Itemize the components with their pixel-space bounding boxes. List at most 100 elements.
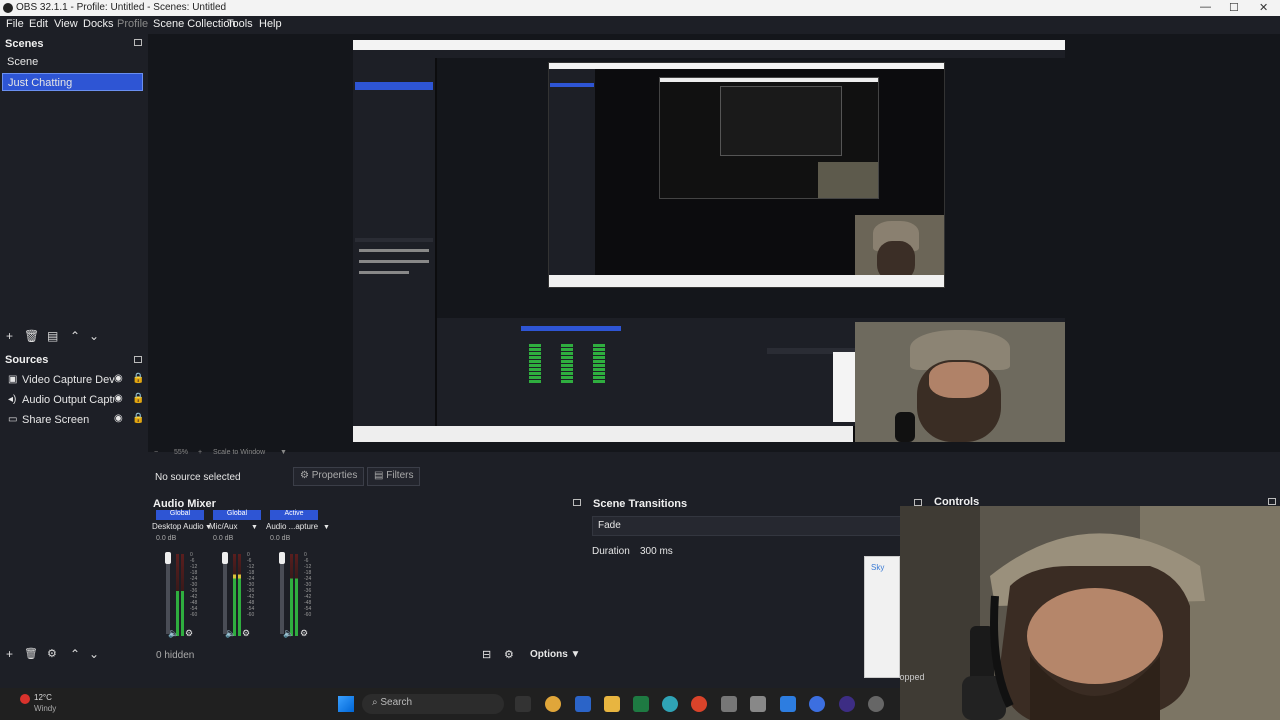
remove-source-icon[interactable]: 🗑 bbox=[24, 647, 38, 660]
start-icon[interactable] bbox=[338, 696, 354, 712]
eye-icon[interactable]: ◉ bbox=[114, 373, 123, 384]
minimize-button[interactable]: — bbox=[1200, 1, 1211, 13]
lock-icon[interactable]: 🔒 bbox=[132, 373, 144, 384]
nested-menubar bbox=[353, 50, 1065, 58]
audio-mixer-undock-icon[interactable] bbox=[573, 499, 581, 506]
options-button[interactable]: Options ▼ bbox=[530, 649, 580, 660]
menu-docks[interactable]: Docks bbox=[83, 18, 114, 30]
weather-temp: 12°C bbox=[34, 693, 52, 702]
app-icon-grey[interactable] bbox=[750, 696, 766, 712]
word-icon[interactable] bbox=[575, 696, 591, 712]
volume-fader[interactable] bbox=[166, 554, 170, 634]
channel-name[interactable]: Mic/Aux bbox=[209, 522, 269, 531]
add-source-icon[interactable]: + bbox=[6, 647, 13, 661]
app-icon-blue[interactable] bbox=[780, 696, 796, 712]
scale-to-window[interactable]: Scale to Window bbox=[213, 449, 265, 456]
move-up-icon[interactable]: ⌃ bbox=[70, 329, 80, 343]
channel-settings-icon[interactable]: ⚙ bbox=[300, 628, 308, 639]
channel-dropdown-icon[interactable]: ▼ bbox=[251, 524, 258, 531]
transition-select[interactable]: Fade bbox=[592, 516, 904, 536]
mixer-layout-icon[interactable]: ⊟ bbox=[482, 648, 491, 661]
menu-bar: File Edit View Docks Profile Scene Colle… bbox=[0, 16, 1280, 33]
channel-name[interactable]: Audio ...apture bbox=[266, 522, 326, 531]
mute-speaker-icon[interactable]: 🔈 bbox=[168, 628, 179, 639]
sources-undock-icon[interactable] bbox=[134, 356, 142, 363]
weather-icon[interactable] bbox=[20, 694, 30, 704]
menu-scene-collection[interactable]: Scene Collection bbox=[153, 18, 236, 30]
file-explorer-icon[interactable] bbox=[604, 696, 620, 712]
volume-fader[interactable] bbox=[223, 554, 227, 634]
maximize-button[interactable]: ☐ bbox=[1229, 1, 1239, 14]
eye-icon[interactable]: ◉ bbox=[114, 393, 123, 404]
zoom-out-icon[interactable]: − bbox=[154, 449, 158, 456]
edge-icon[interactable] bbox=[662, 696, 678, 712]
channel-tag: Global bbox=[156, 510, 204, 520]
meter-scale: 0 -6 -12 -18 -24 -30 -36 -42 -48 -54 -60 bbox=[304, 552, 312, 618]
transitions-undock-icon[interactable] bbox=[914, 499, 922, 506]
nested-webcam-2 bbox=[855, 215, 944, 281]
zoom-dropdown-icon[interactable]: ▼ bbox=[280, 449, 287, 456]
scenes-dock: Scenes Scene Just Chatting + 🗑 ▤ ⌃ ⌄ bbox=[0, 34, 148, 349]
source-up-icon[interactable]: ⌃ bbox=[70, 647, 80, 661]
windows-taskbar: 12°C Windy ⌕ Search bbox=[0, 688, 900, 720]
scene-filters-icon[interactable]: ▤ bbox=[47, 329, 58, 343]
menu-profile[interactable]: Profile bbox=[117, 18, 148, 30]
settings-icon[interactable] bbox=[868, 696, 884, 712]
excel-icon[interactable] bbox=[633, 696, 649, 712]
add-scene-icon[interactable]: + bbox=[6, 329, 13, 343]
eye-icon[interactable]: ◉ bbox=[114, 413, 123, 424]
channel-name[interactable]: Desktop Audio bbox=[152, 522, 212, 531]
move-down-icon[interactable]: ⌄ bbox=[89, 329, 99, 343]
remove-scene-icon[interactable]: 🗑 bbox=[24, 329, 39, 343]
audio-mixer-dock: Audio Mixer Global Desktop Audio 0.0 dB … bbox=[148, 494, 586, 666]
program-preview[interactable] bbox=[353, 40, 1065, 442]
mute-speaker-icon[interactable]: 🔈 bbox=[225, 628, 236, 639]
filters-label: Filters bbox=[386, 470, 414, 481]
scenes-undock-icon[interactable] bbox=[134, 39, 142, 46]
scene-item[interactable]: Scene bbox=[2, 53, 143, 71]
scene-item-selected[interactable]: Just Chatting bbox=[2, 73, 143, 91]
controls-undock-icon[interactable] bbox=[1268, 498, 1276, 505]
duration-label: Duration bbox=[592, 546, 630, 557]
fader-knob[interactable] bbox=[165, 552, 171, 564]
nested-skype-popup bbox=[833, 352, 855, 422]
app-icon-red[interactable] bbox=[691, 696, 707, 712]
source-item[interactable]: ▣ Video Capture Device ◉ 🔒 bbox=[8, 373, 146, 389]
nested-taskbar bbox=[353, 426, 853, 442]
chrome-icon[interactable] bbox=[545, 696, 561, 712]
close-button[interactable]: ✕ bbox=[1259, 1, 1268, 14]
source-properties-icon[interactable]: ⚙ bbox=[47, 647, 57, 660]
source-item[interactable]: ◂) Audio Output Capture ◉ 🔒 bbox=[8, 393, 146, 409]
camera-app-icon[interactable] bbox=[721, 696, 737, 712]
fader-knob[interactable] bbox=[279, 552, 285, 564]
channel-dropdown-icon[interactable]: ▼ bbox=[205, 524, 212, 531]
volume-fader[interactable] bbox=[280, 554, 284, 634]
dropped-label: Dropped bbox=[900, 672, 925, 682]
mute-speaker-icon[interactable]: 🔈 bbox=[283, 628, 294, 639]
menu-edit[interactable]: Edit bbox=[29, 18, 48, 30]
zoom-level: 55% bbox=[174, 449, 189, 456]
obs-taskbar-icon[interactable] bbox=[839, 696, 855, 712]
skype-popup[interactable]: Sky bbox=[864, 556, 900, 678]
menu-help[interactable]: Help bbox=[259, 18, 282, 30]
channel-settings-icon[interactable]: ⚙ bbox=[242, 628, 250, 639]
filters-button[interactable]: ▤ Filters bbox=[367, 467, 421, 486]
menu-tools[interactable]: Tools bbox=[227, 18, 253, 30]
zoom-app-icon[interactable] bbox=[809, 696, 825, 712]
channel-dropdown-icon[interactable]: ▼ bbox=[323, 524, 330, 531]
scenes-title: Scenes bbox=[5, 38, 44, 50]
lock-icon[interactable]: 🔒 bbox=[132, 393, 144, 404]
properties-button[interactable]: ⚙ Properties bbox=[293, 467, 365, 486]
source-item[interactable]: ▭ Share Screen ◉ 🔒 bbox=[8, 413, 146, 429]
channel-settings-icon[interactable]: ⚙ bbox=[185, 628, 193, 639]
task-view-icon[interactable] bbox=[515, 696, 531, 712]
lock-icon[interactable]: 🔒 bbox=[132, 413, 144, 424]
fader-knob[interactable] bbox=[222, 552, 228, 564]
menu-view[interactable]: View bbox=[54, 18, 78, 30]
zoom-in-icon[interactable]: + bbox=[198, 449, 202, 456]
source-down-icon[interactable]: ⌄ bbox=[89, 647, 99, 661]
taskbar-search[interactable]: ⌕ Search bbox=[362, 694, 504, 714]
advanced-audio-icon[interactable]: ⚙ bbox=[504, 648, 514, 661]
menu-file[interactable]: File bbox=[6, 18, 24, 30]
duration-field[interactable]: 300 ms bbox=[636, 543, 900, 561]
